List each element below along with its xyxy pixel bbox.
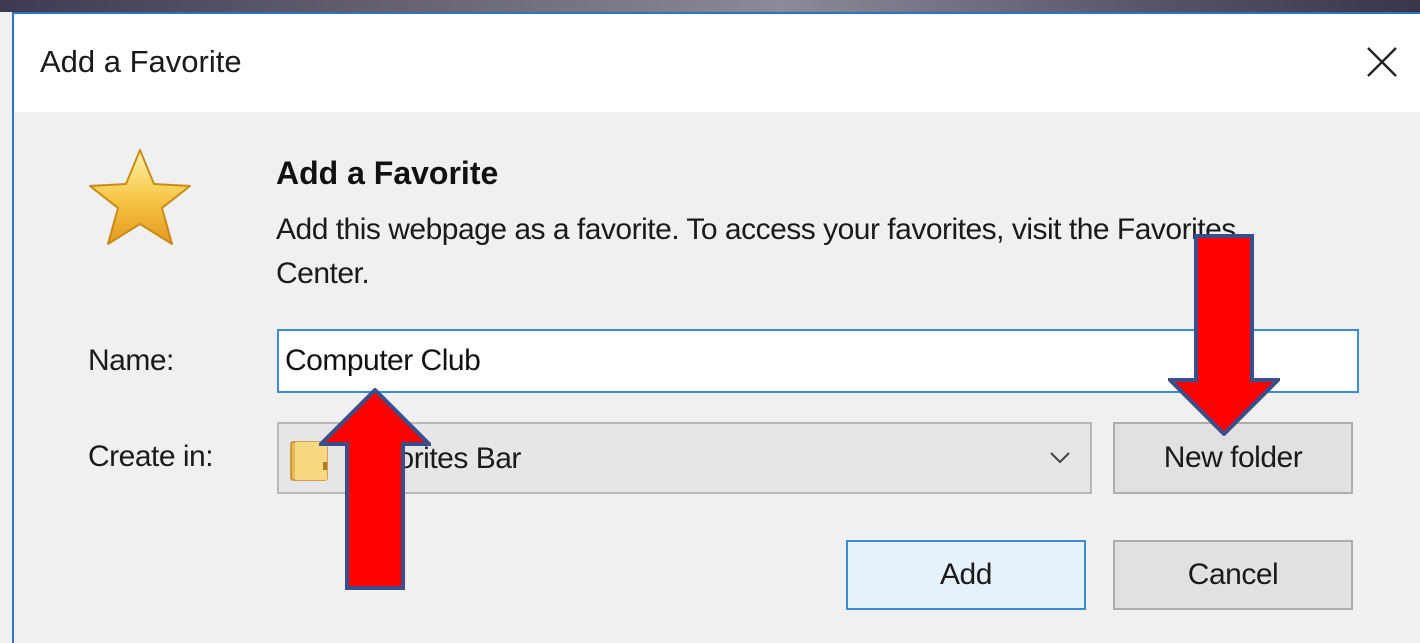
chevron-down-icon bbox=[1050, 452, 1070, 464]
close-icon bbox=[1367, 47, 1397, 77]
background-strip bbox=[0, 0, 1420, 12]
add-button[interactable]: Add bbox=[846, 540, 1086, 610]
title-bar: Add a Favorite bbox=[14, 14, 1420, 112]
close-button[interactable] bbox=[1350, 32, 1414, 92]
red-arrow-down-icon bbox=[1168, 234, 1280, 436]
create-in-label: Create in: bbox=[88, 440, 214, 473]
add-favorite-dialog: Add a Favorite Add a Favorite Add this w… bbox=[12, 12, 1420, 643]
name-label: Name: bbox=[88, 344, 174, 377]
star-icon bbox=[89, 149, 191, 245]
cancel-button[interactable]: Cancel bbox=[1113, 540, 1353, 610]
dialog-title: Add a Favorite bbox=[40, 44, 242, 79]
red-arrow-up-icon bbox=[319, 388, 431, 590]
dialog-heading: Add a Favorite bbox=[276, 155, 499, 191]
